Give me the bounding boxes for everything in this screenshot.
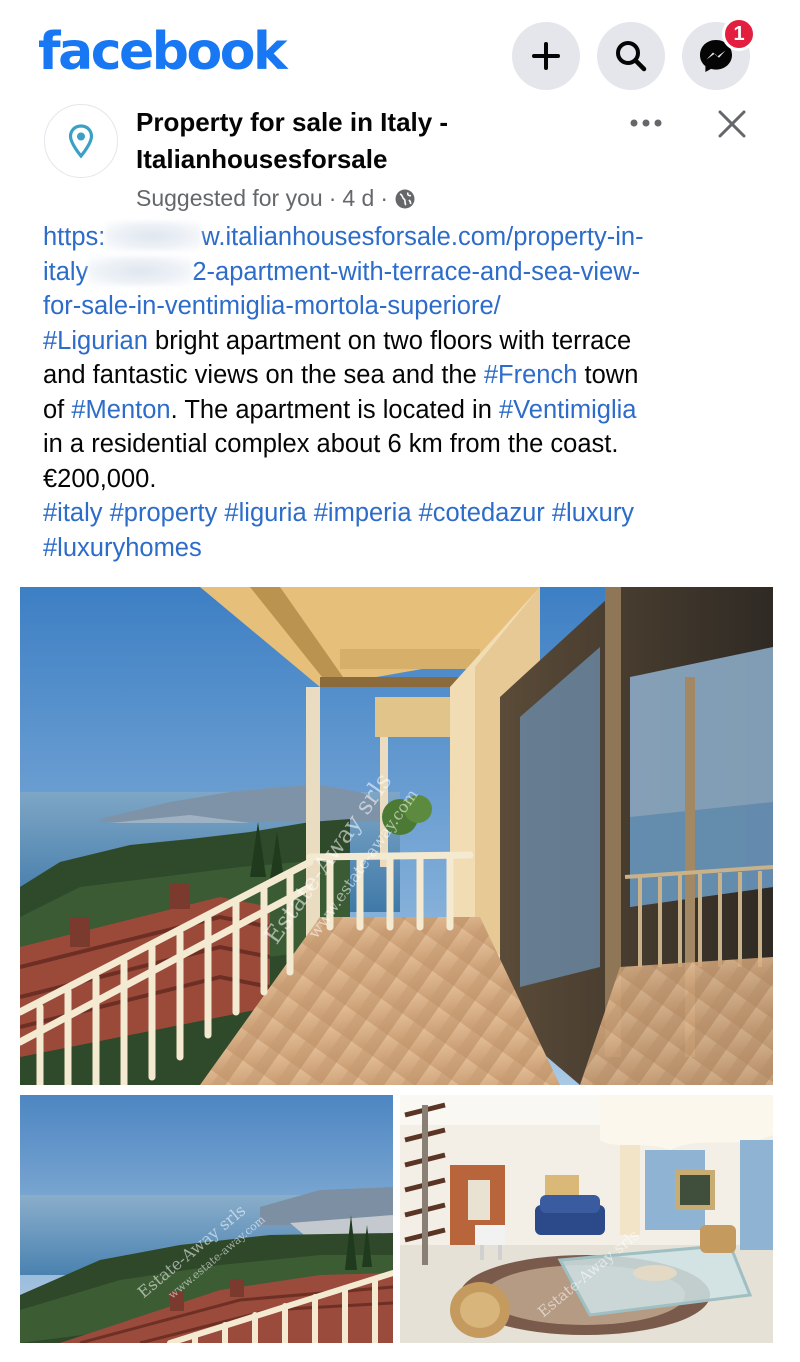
text-segment: bright apartment on two floors with terr… [147, 326, 632, 355]
photo-sea-view[interactable]: Estate-Away srls www.estate-away.com [20, 1095, 393, 1343]
page-name-line1: Property for sale in Italy - [136, 107, 449, 137]
location-pin-icon [68, 124, 94, 159]
blurred-region [88, 255, 193, 286]
link-line-3[interactable]: for-sale-in-ventimiglia-mortola-superior… [43, 289, 763, 324]
create-button[interactable] [512, 22, 580, 90]
meta-separator: · [380, 185, 389, 211]
photo-living-room[interactable]: Estate-Away srls [400, 1095, 773, 1343]
hashtags-line[interactable]: #luxuryhomes [43, 531, 763, 566]
search-button[interactable] [597, 22, 665, 90]
text-line: and fantastic views on the sea and the #… [43, 358, 763, 393]
blurred-region [105, 221, 202, 251]
hashtag-ventimiglia[interactable]: #Ventimiglia [499, 396, 637, 424]
text-segment: town [577, 361, 639, 389]
more-options-icon[interactable] [624, 108, 668, 138]
suggested-label: Suggested for you [136, 185, 323, 211]
post-link-part[interactable]: 2-apartment-with-terrace-and-sea-view- [192, 258, 640, 286]
page-avatar[interactable] [44, 104, 118, 178]
sea-view-image [20, 1095, 393, 1343]
search-icon [616, 41, 647, 72]
text-line: in a residential complex about 6 km from… [43, 430, 619, 458]
post-meta: Suggested for you · 4 d · [136, 185, 416, 212]
hashtag-ligurian[interactable]: #Ligurian [43, 327, 148, 355]
notification-badge: 1 [722, 17, 756, 51]
text-segment: . The apartment is located in [170, 395, 499, 424]
close-icon[interactable] [712, 104, 752, 144]
text-line: #Ligurian bright apartment on two floors… [43, 324, 763, 359]
living-room-image [400, 1095, 773, 1343]
meta-separator: · [328, 185, 337, 211]
text-line: of #Menton. The apartment is located in … [43, 393, 763, 428]
link-line-2[interactable]: italy 2-apartment-with-terrace-and-sea-vi… [43, 255, 763, 290]
post-link-part[interactable]: https: [43, 223, 105, 251]
link-line-1[interactable]: https: w.italianhousesforsale.com/propert… [43, 220, 763, 255]
hashtag-menton[interactable]: #Menton [71, 396, 170, 424]
post-link-part[interactable]: italy [43, 258, 88, 286]
top-bar: facebook 1 [0, 0, 800, 100]
hashtag-french[interactable]: #French [484, 361, 578, 389]
post-age[interactable]: 4 d [342, 185, 374, 212]
price: €200,000. [43, 464, 157, 493]
text-segment: of [43, 395, 72, 424]
post-body: https: w.italianhousesforsale.com/propert… [43, 220, 763, 565]
globe-icon [395, 189, 415, 208]
text-segment: and fantastic views on the sea and the [43, 361, 484, 389]
hashtags-line[interactable]: #italy #property #liguria #imperia #cote… [43, 496, 763, 531]
facebook-logo[interactable]: facebook [38, 22, 288, 82]
page-name-line2: Italianhousesforsale [136, 144, 388, 174]
post-link-part[interactable]: w.italianhousesforsale.com/property-in- [201, 223, 643, 251]
terrace-image [20, 587, 773, 1085]
photo-terrace[interactable]: Estate-Away srls www.estate-away.com [20, 587, 773, 1085]
page-name[interactable]: Property for sale in Italy - Italianhous… [136, 104, 526, 178]
plus-icon [532, 42, 560, 70]
